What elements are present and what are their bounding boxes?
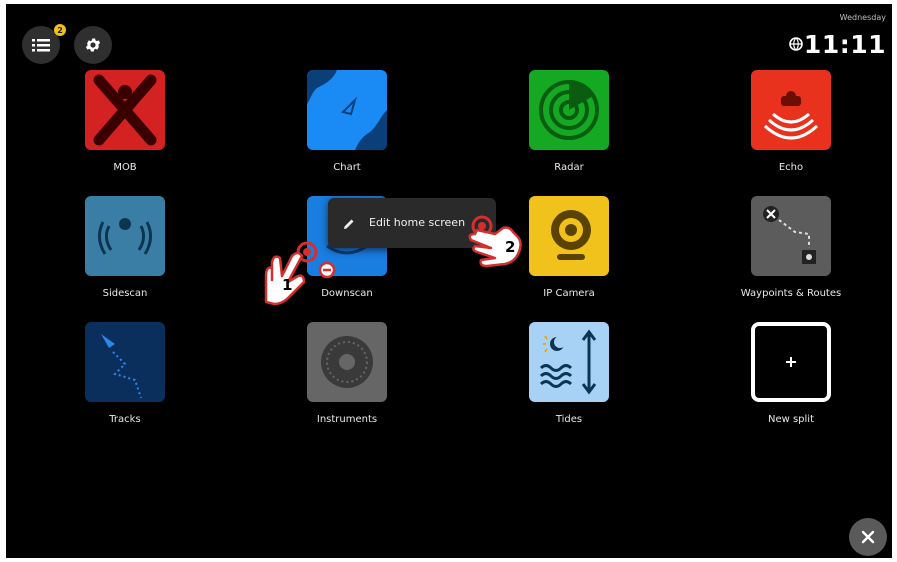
notification-badge: 2 <box>54 24 66 36</box>
tile-new-split[interactable]: New split <box>721 322 861 432</box>
tile-radar[interactable]: Radar <box>499 70 639 180</box>
callout-hand-1: 1 <box>258 236 338 310</box>
tile-mob[interactable]: MOB <box>55 70 195 180</box>
chart-icon <box>307 70 387 150</box>
list-icon <box>32 39 50 52</box>
ip-camera-icon <box>529 196 609 276</box>
status-time: 11:11 <box>803 30 886 59</box>
tile-instruments[interactable]: Instruments <box>277 322 417 432</box>
callout-number-1: 1 <box>282 276 293 294</box>
tile-label: Radar <box>554 162 584 173</box>
gear-icon <box>85 38 101 52</box>
edit-home-screen-item[interactable]: Edit home screen <box>369 216 465 229</box>
status-day: Wednesday <box>839 13 886 22</box>
new-split-icon <box>751 322 831 402</box>
close-icon <box>861 530 875 544</box>
home-screen: 2 Wednesday 11:11 MOB Chart Radar Echo S… <box>6 4 892 558</box>
tracks-icon <box>85 322 165 402</box>
tile-label: IP Camera <box>543 288 595 299</box>
plus-icon <box>786 357 796 367</box>
instruments-icon <box>307 322 387 402</box>
callout-number-2: 2 <box>505 238 516 256</box>
tile-label: Chart <box>333 162 361 173</box>
callout-hand-2: 2 <box>461 212 531 276</box>
tile-label: Tides <box>555 414 583 425</box>
waypoints-icon <box>751 196 831 276</box>
sidescan-icon <box>85 196 165 276</box>
tile-label: Echo <box>778 162 804 173</box>
tile-label: MOB <box>113 162 137 173</box>
tile-sidescan[interactable]: Sidescan <box>55 196 195 306</box>
menu-button[interactable]: 2 <box>22 24 66 64</box>
tile-label: Sidescan <box>102 288 148 299</box>
tile-chart[interactable]: Chart <box>277 70 417 180</box>
echo-icon <box>751 70 831 150</box>
tile-tracks[interactable]: Tracks <box>55 322 195 432</box>
close-button[interactable] <box>849 518 887 556</box>
tile-waypoints-routes[interactable]: Waypoints & Routes <box>721 196 861 306</box>
tile-echo[interactable]: Echo <box>721 70 861 180</box>
radar-icon <box>529 70 609 150</box>
pencil-icon <box>344 219 354 229</box>
tile-label: New split <box>767 414 815 425</box>
tides-icon <box>529 322 609 402</box>
tile-tides[interactable]: Tides <box>499 322 639 432</box>
tile-label: Instruments <box>316 414 378 425</box>
mob-icon <box>85 70 165 150</box>
tile-label: Tracks <box>109 414 141 425</box>
tile-label: Waypoints & Routes <box>740 288 842 299</box>
globe-icon <box>789 37 803 51</box>
settings-button[interactable] <box>74 26 112 64</box>
